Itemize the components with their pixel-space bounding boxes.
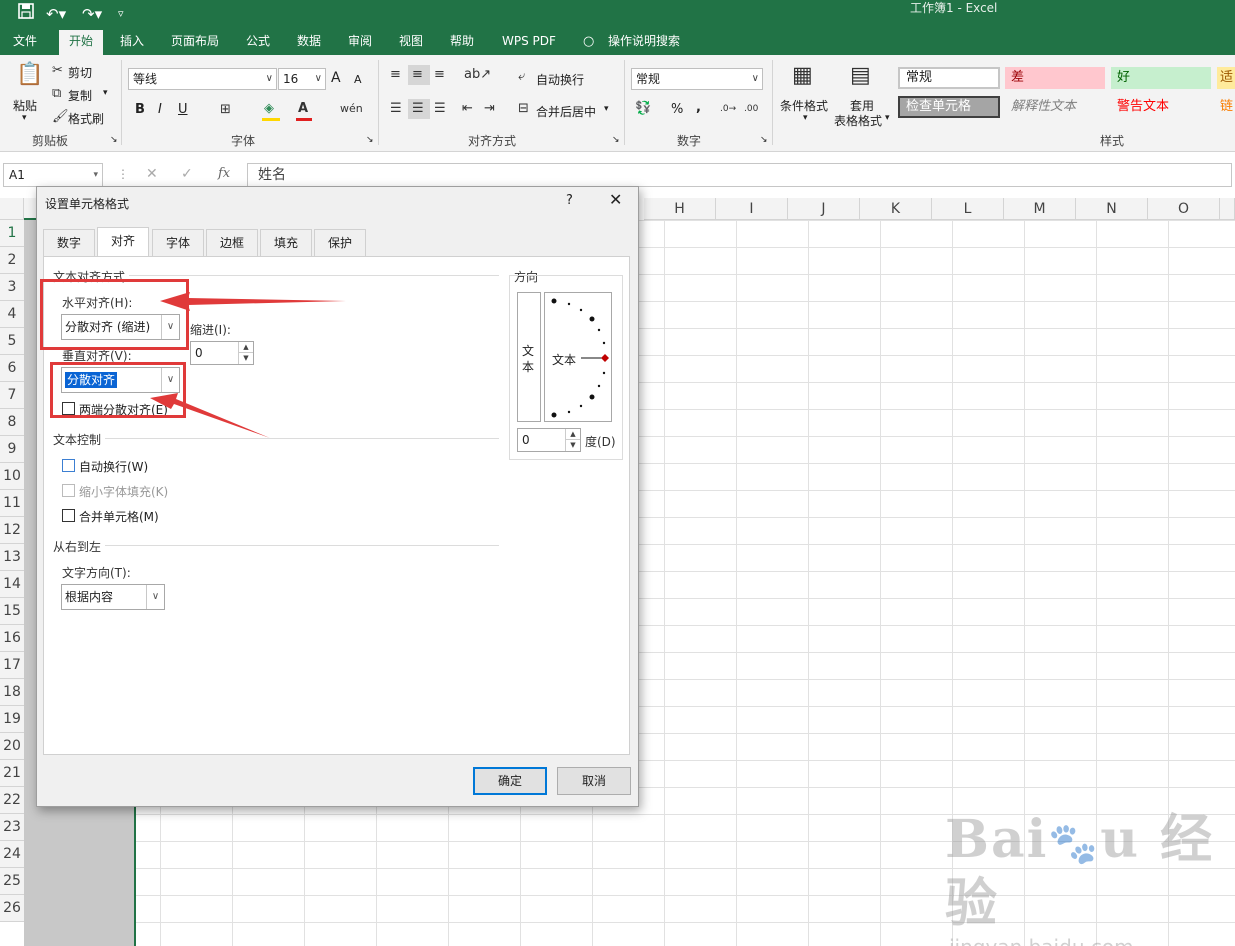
baidu-watermark-logo: Bai🐾u 经验 jingyan.baidu.com — [945, 809, 1215, 946]
annotation-arrows — [150, 292, 346, 438]
